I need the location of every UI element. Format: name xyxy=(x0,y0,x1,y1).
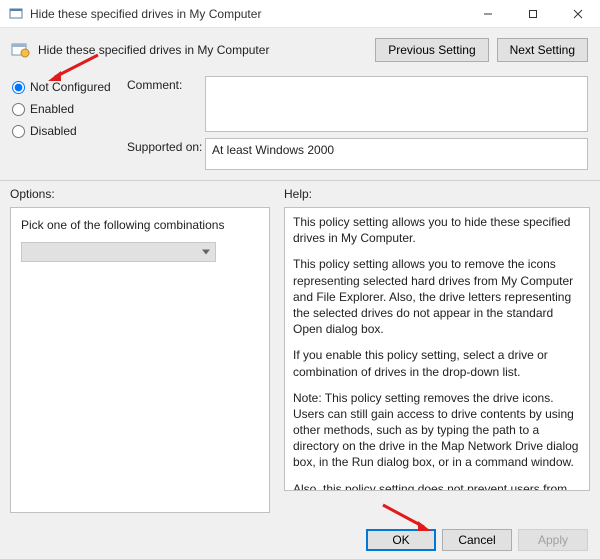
dialog-window: Hide these specified drives in My Comput… xyxy=(0,0,600,559)
radio-label: Disabled xyxy=(30,124,77,138)
help-paragraph: Note: This policy setting removes the dr… xyxy=(293,390,581,471)
options-heading: Options: xyxy=(10,187,270,201)
previous-setting-button[interactable]: Previous Setting xyxy=(375,38,488,62)
radio-enabled[interactable]: Enabled xyxy=(12,102,127,116)
titlebar: Hide these specified drives in My Comput… xyxy=(0,0,600,28)
radio-not-configured[interactable]: Not Configured xyxy=(12,80,127,94)
options-panel: Pick one of the following combinations xyxy=(10,207,270,513)
radio-label: Enabled xyxy=(30,102,74,116)
help-paragraph: If you enable this policy setting, selec… xyxy=(293,347,581,379)
radio-disabled[interactable]: Disabled xyxy=(12,124,127,138)
split-pane: Options: Pick one of the following combi… xyxy=(0,180,600,521)
apply-button[interactable]: Apply xyxy=(518,529,588,551)
comment-row: Comment: xyxy=(127,76,588,132)
options-select-wrap xyxy=(21,242,216,262)
help-paragraph: This policy setting allows you to remove… xyxy=(293,256,581,337)
minimize-button[interactable] xyxy=(465,0,510,27)
comment-label: Comment: xyxy=(127,76,205,92)
radio-disabled-input[interactable] xyxy=(12,125,25,138)
meta-fields: Comment: Supported on: At least Windows … xyxy=(127,76,588,170)
radio-label: Not Configured xyxy=(30,80,111,94)
comment-input[interactable] xyxy=(205,76,588,132)
help-paragraph: Also, this policy setting does not preve… xyxy=(293,481,581,491)
options-column: Options: Pick one of the following combi… xyxy=(0,181,278,521)
nav-buttons: Previous Setting Next Setting xyxy=(375,38,588,62)
supported-label: Supported on: xyxy=(127,138,205,154)
config-area: Not Configured Enabled Disabled Comment:… xyxy=(0,70,600,180)
ok-button[interactable]: OK xyxy=(366,529,436,551)
help-heading: Help: xyxy=(284,187,590,201)
radio-enabled-input[interactable] xyxy=(12,103,25,116)
radio-not-configured-input[interactable] xyxy=(12,81,25,94)
help-paragraph: This policy setting allows you to hide t… xyxy=(293,214,581,246)
footer: OK Cancel Apply xyxy=(0,521,600,559)
close-button[interactable] xyxy=(555,0,600,27)
window-controls xyxy=(465,0,600,27)
state-radios: Not Configured Enabled Disabled xyxy=(12,76,127,170)
cancel-button[interactable]: Cancel xyxy=(442,529,512,551)
policy-title: Hide these specified drives in My Comput… xyxy=(38,43,375,57)
supported-on-text: At least Windows 2000 xyxy=(212,143,334,157)
app-icon xyxy=(8,6,24,22)
options-label: Pick one of the following combinations xyxy=(21,218,259,232)
maximize-button[interactable] xyxy=(510,0,555,27)
header: Hide these specified drives in My Comput… xyxy=(0,28,600,70)
options-select[interactable] xyxy=(21,242,216,262)
next-setting-button[interactable]: Next Setting xyxy=(497,38,588,62)
help-panel[interactable]: This policy setting allows you to hide t… xyxy=(284,207,590,491)
supported-row: Supported on: At least Windows 2000 xyxy=(127,138,588,170)
title-text: Hide these specified drives in My Comput… xyxy=(30,7,465,21)
policy-icon xyxy=(10,40,30,60)
help-column: Help: This policy setting allows you to … xyxy=(278,181,600,521)
supported-on-box: At least Windows 2000 xyxy=(205,138,588,170)
